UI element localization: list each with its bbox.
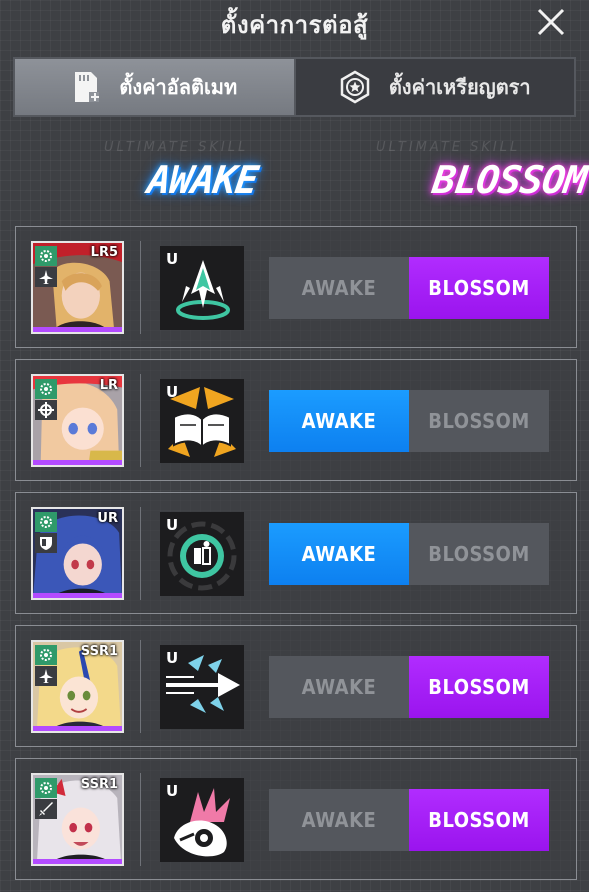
skill-icon-box: U xyxy=(160,379,244,463)
blossom-button[interactable]: BLOSSOM xyxy=(409,390,549,452)
blossom-logo: BLOSSOM xyxy=(429,158,589,202)
awake-button[interactable]: AWAKE xyxy=(269,257,409,319)
character-portrait[interactable]: LR xyxy=(31,374,124,467)
gear-icon xyxy=(40,516,52,528)
jet-icon xyxy=(39,270,53,284)
awake-button[interactable]: AWAKE xyxy=(269,390,409,452)
element-badge xyxy=(35,246,57,266)
portrait-bar xyxy=(33,593,122,598)
gear-icon xyxy=(40,649,52,661)
skill-icon-box: U xyxy=(160,778,244,862)
ultimate-toggle: AWAKE BLOSSOM xyxy=(269,390,549,452)
ultimate-toggle: AWAKE BLOSSOM xyxy=(269,523,549,585)
rarity-label: SSR1 xyxy=(80,777,118,792)
close-button[interactable] xyxy=(535,6,567,38)
character-row: LR U AWAKE BLOSSOM xyxy=(15,359,577,481)
dialog-title: ตั้งค่าการต่อสู้ xyxy=(220,11,369,39)
class-badge xyxy=(35,666,57,686)
gear-icon xyxy=(40,383,52,395)
rarity-label: SSR1 xyxy=(80,644,118,659)
character-row: UR U AWAKE BLOSSOM xyxy=(15,492,577,614)
element-badge xyxy=(35,778,57,798)
character-row: SSR1 U AWAKE BLOSSOM xyxy=(15,758,577,880)
row-divider xyxy=(140,507,141,600)
settings-tabs: ตั้งค่าอัลติเมท ตั้งค่าเหรียญตรา xyxy=(13,57,576,117)
character-row: LR5 U AWAKE BLOSSOM xyxy=(15,226,577,348)
crosshair-icon xyxy=(38,402,54,418)
character-portrait[interactable]: LR5 xyxy=(31,241,124,334)
character-portrait[interactable]: SSR1 xyxy=(31,773,124,866)
sword-icon xyxy=(39,802,53,816)
awake-sublabel: ULTIMATE SKILL xyxy=(104,140,249,155)
ultimate-toggle: AWAKE BLOSSOM xyxy=(269,656,549,718)
row-divider xyxy=(140,640,141,733)
skill-icon-box: U xyxy=(160,645,244,729)
row-divider xyxy=(140,374,141,467)
row-divider xyxy=(140,241,141,334)
awake-button[interactable]: AWAKE xyxy=(269,523,409,585)
tab-label: ตั้งค่าอัลติเมท xyxy=(119,75,238,99)
class-badge xyxy=(35,799,57,819)
rarity-label: UR xyxy=(97,511,118,526)
gear-icon xyxy=(40,782,52,794)
skill-icon-box: U xyxy=(160,246,244,330)
portrait-bar xyxy=(33,327,122,332)
awake-button[interactable]: AWAKE xyxy=(269,656,409,718)
sd-card-icon xyxy=(75,72,100,102)
ultimate-mark: U xyxy=(166,383,179,401)
skill-icon-box: U xyxy=(160,512,244,596)
character-portrait[interactable]: SSR1 xyxy=(31,640,124,733)
character-row: SSR1 U AWAKE BLOSSOM xyxy=(15,625,577,747)
shield-icon xyxy=(40,537,52,550)
blossom-button[interactable]: BLOSSOM xyxy=(409,257,549,319)
tab-medal-settings[interactable]: ตั้งค่าเหรียญตรา xyxy=(295,59,574,115)
element-badge xyxy=(35,645,57,665)
awake-logo: AWAKE xyxy=(144,158,261,202)
ultimate-mark: U xyxy=(166,250,179,268)
blossom-sublabel: ULTIMATE SKILL xyxy=(376,140,521,155)
ultimate-toggle: AWAKE BLOSSOM xyxy=(269,789,549,851)
blossom-button[interactable]: BLOSSOM xyxy=(409,656,549,718)
element-badge xyxy=(35,512,57,532)
rarity-label: LR5 xyxy=(90,245,118,260)
row-divider xyxy=(140,773,141,866)
awake-button[interactable]: AWAKE xyxy=(269,789,409,851)
ultimate-mark: U xyxy=(166,782,179,800)
ultimate-mark: U xyxy=(166,649,179,667)
rarity-label: LR xyxy=(99,378,118,393)
portrait-bar xyxy=(33,859,122,864)
tab-label: ตั้งค่าเหรียญตรา xyxy=(388,75,531,99)
portrait-bar xyxy=(33,726,122,731)
blossom-button[interactable]: BLOSSOM xyxy=(409,789,549,851)
class-badge xyxy=(35,267,57,287)
element-badge xyxy=(35,379,57,399)
class-badge xyxy=(35,533,57,553)
tab-ultimate-settings[interactable]: ตั้งค่าอัลติเมท xyxy=(15,59,296,115)
character-portrait[interactable]: UR xyxy=(31,507,124,600)
portrait-bar xyxy=(33,460,122,465)
ultimate-mark: U xyxy=(166,516,179,534)
medal-hexagon-icon xyxy=(340,70,370,104)
gear-icon xyxy=(40,250,52,262)
ultimate-toggle: AWAKE BLOSSOM xyxy=(269,257,549,319)
blossom-button[interactable]: BLOSSOM xyxy=(409,523,549,585)
close-icon xyxy=(537,8,565,36)
class-badge xyxy=(35,400,57,420)
jet-icon xyxy=(39,669,53,683)
character-list: LR5 U AWAKE BLOSSOM LR U AWAKE BLOSSOM U… xyxy=(15,226,577,880)
